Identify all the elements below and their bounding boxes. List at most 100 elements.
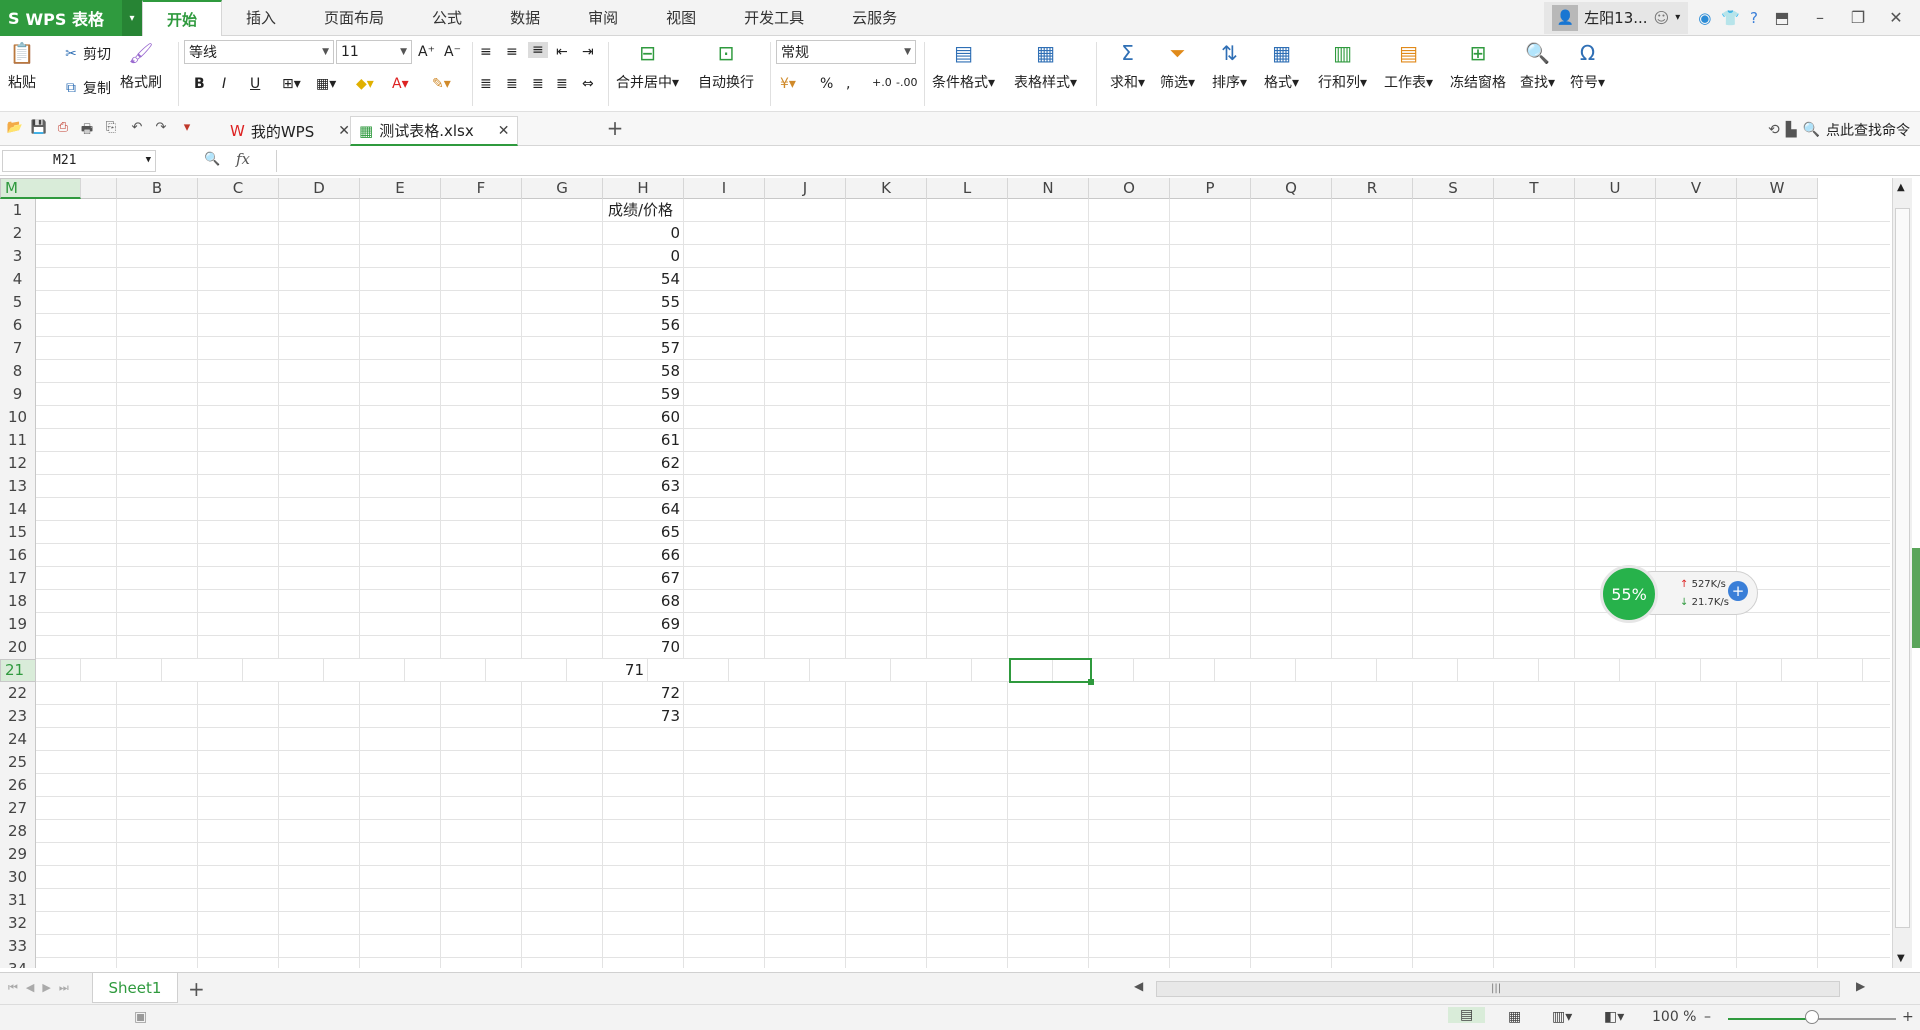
cell[interactable] xyxy=(1818,774,1890,797)
cell[interactable] xyxy=(927,268,1008,291)
cell[interactable] xyxy=(1008,544,1089,567)
cell[interactable] xyxy=(1737,820,1818,843)
cell[interactable] xyxy=(846,544,927,567)
cell[interactable] xyxy=(198,705,279,728)
cell[interactable] xyxy=(198,912,279,935)
cell[interactable] xyxy=(522,314,603,337)
cell[interactable] xyxy=(1332,567,1413,590)
cell[interactable] xyxy=(1494,958,1575,968)
cell[interactable] xyxy=(1413,590,1494,613)
cell[interactable] xyxy=(198,728,279,751)
cell[interactable] xyxy=(1089,199,1170,222)
cell[interactable] xyxy=(441,590,522,613)
cell[interactable] xyxy=(684,820,765,843)
cell[interactable] xyxy=(1575,222,1656,245)
cell[interactable] xyxy=(927,935,1008,958)
cell[interactable] xyxy=(684,245,765,268)
cell[interactable] xyxy=(198,222,279,245)
row-header[interactable]: 5 xyxy=(0,291,36,314)
align-middle-icon[interactable]: ≡ xyxy=(506,44,518,60)
cell[interactable] xyxy=(603,843,684,866)
cell[interactable] xyxy=(1251,636,1332,659)
cell[interactable] xyxy=(1332,360,1413,383)
cell[interactable] xyxy=(603,728,684,751)
cell[interactable] xyxy=(117,498,198,521)
cell[interactable] xyxy=(1737,429,1818,452)
cell[interactable] xyxy=(1494,406,1575,429)
cell[interactable] xyxy=(1737,866,1818,889)
cell[interactable] xyxy=(846,912,927,935)
menu-tab[interactable]: 审阅 xyxy=(564,0,642,35)
cell[interactable] xyxy=(846,521,927,544)
cell[interactable] xyxy=(1089,544,1170,567)
page-break-view-icon[interactable]: ▦ xyxy=(1508,1009,1521,1025)
cell[interactable] xyxy=(1737,751,1818,774)
column-header[interactable]: M xyxy=(0,178,81,199)
cell[interactable] xyxy=(1089,774,1170,797)
cell[interactable] xyxy=(1656,682,1737,705)
cell[interactable] xyxy=(684,889,765,912)
filter-button[interactable]: ⏷ 筛选▾ xyxy=(1160,40,1195,92)
cell[interactable] xyxy=(1656,268,1737,291)
cell[interactable] xyxy=(522,797,603,820)
cell[interactable] xyxy=(846,291,927,314)
cell[interactable]: 56 xyxy=(603,314,684,337)
cell[interactable] xyxy=(927,797,1008,820)
boost-plus-icon[interactable]: + xyxy=(1728,581,1748,601)
cell[interactable] xyxy=(846,245,927,268)
cell[interactable] xyxy=(279,889,360,912)
cell[interactable] xyxy=(846,314,927,337)
cell[interactable]: 成绩/价格 xyxy=(603,199,684,222)
cell[interactable] xyxy=(360,360,441,383)
cell[interactable] xyxy=(1008,360,1089,383)
cell[interactable] xyxy=(1737,544,1818,567)
row-header[interactable]: 27 xyxy=(0,797,36,820)
cell[interactable] xyxy=(1818,544,1890,567)
cell[interactable] xyxy=(441,958,522,968)
cell[interactable] xyxy=(1575,314,1656,337)
align-right-icon[interactable]: ≣ xyxy=(532,76,544,92)
cell[interactable] xyxy=(117,337,198,360)
cell[interactable] xyxy=(1008,406,1089,429)
cell[interactable] xyxy=(1089,429,1170,452)
cell[interactable] xyxy=(1251,682,1332,705)
cell[interactable] xyxy=(684,843,765,866)
cell[interactable] xyxy=(1575,268,1656,291)
cell[interactable] xyxy=(927,958,1008,968)
cell[interactable] xyxy=(765,222,846,245)
cell[interactable] xyxy=(1089,498,1170,521)
row-header[interactable]: 28 xyxy=(0,820,36,843)
cell[interactable] xyxy=(684,682,765,705)
cell[interactable] xyxy=(1494,245,1575,268)
cell[interactable] xyxy=(1251,728,1332,751)
cell[interactable] xyxy=(1251,889,1332,912)
cell[interactable] xyxy=(441,475,522,498)
cell[interactable] xyxy=(846,337,927,360)
cell[interactable] xyxy=(1413,705,1494,728)
cell[interactable] xyxy=(1251,820,1332,843)
cell[interactable] xyxy=(1656,383,1737,406)
cell[interactable] xyxy=(279,199,360,222)
cell[interactable] xyxy=(1008,521,1089,544)
percent-icon[interactable]: % xyxy=(820,76,833,92)
cell[interactable] xyxy=(1656,935,1737,958)
cell[interactable] xyxy=(279,475,360,498)
cell[interactable] xyxy=(36,268,117,291)
cell[interactable] xyxy=(1656,843,1737,866)
row-header[interactable]: 17 xyxy=(0,567,36,590)
cell[interactable] xyxy=(198,429,279,452)
row-header[interactable]: 25 xyxy=(0,751,36,774)
cell[interactable] xyxy=(1377,659,1458,682)
column-header[interactable]: W xyxy=(1737,178,1818,199)
row-header[interactable]: 6 xyxy=(0,314,36,337)
cell[interactable] xyxy=(360,843,441,866)
cell[interactable] xyxy=(1008,199,1089,222)
cell[interactable] xyxy=(279,406,360,429)
cell[interactable] xyxy=(1656,521,1737,544)
cell[interactable] xyxy=(36,843,117,866)
cell[interactable] xyxy=(1008,705,1089,728)
cell[interactable] xyxy=(1494,567,1575,590)
row-header[interactable]: 16 xyxy=(0,544,36,567)
cell[interactable] xyxy=(1251,521,1332,544)
increase-indent-icon[interactable]: ⇥ xyxy=(582,44,594,60)
